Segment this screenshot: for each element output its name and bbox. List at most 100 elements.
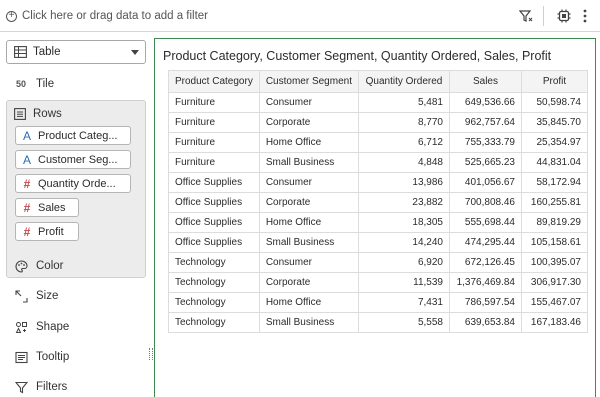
- table-row[interactable]: Furniture Consumer 5,481 649,536.66 50,598.7…: [168, 92, 588, 113]
- table-cell: 700,808.46: [448, 192, 522, 213]
- table-cell: 167,183.46: [520, 312, 588, 333]
- pill-label: Product Categ...: [38, 129, 118, 142]
- table-cell: Consumer: [258, 172, 359, 193]
- table-cell: Corporate: [258, 272, 359, 293]
- grammar-tooltip[interactable]: Tooltip: [14, 348, 69, 366]
- column-header[interactable]: Quantity Ordered: [357, 70, 450, 93]
- table-cell: 474,295.44: [448, 232, 522, 253]
- add-filter-area[interactable]: + Click here or drag data to add a filte…: [6, 8, 208, 24]
- rows-drop-target[interactable]: Rows A Product Categ... A Customer Seg..…: [6, 100, 146, 278]
- table-cell: Home Office: [258, 212, 359, 233]
- table-cell: 401,056.67: [448, 172, 522, 193]
- panel-resize-handle[interactable]: [149, 348, 153, 360]
- rows-icon: [13, 107, 27, 121]
- table-cell: Consumer: [258, 92, 359, 113]
- table-row[interactable]: Furniture Small Business 4,848 525,665.23 44…: [168, 152, 588, 173]
- table-cell: 5,481: [357, 92, 450, 113]
- table-cell: 25,354.97: [520, 132, 588, 153]
- table-cell: 160,255.81: [520, 192, 588, 213]
- table-row[interactable]: Technology Corporate 11,539 1,376,469.84 306…: [168, 272, 588, 293]
- table-cell: 8,770: [357, 112, 450, 133]
- visualization-type-label: Table: [33, 46, 61, 58]
- table-cell: 525,665.23: [448, 152, 522, 173]
- measure-icon: #: [23, 224, 31, 239]
- table-cell: 6,712: [357, 132, 450, 153]
- row-pill-customer-segment[interactable]: A Customer Seg...: [15, 150, 131, 169]
- table-cell: Technology: [168, 312, 260, 333]
- chevron-down-icon: [131, 49, 139, 55]
- table-cell: Corporate: [258, 192, 359, 213]
- row-pill-profit[interactable]: # Profit: [15, 222, 79, 241]
- table-cell: 44,831.04: [520, 152, 588, 173]
- more-options-icon[interactable]: [576, 7, 594, 25]
- grammar-panel: Table 50 Tile Rows A Product Categ... A …: [0, 32, 153, 397]
- pill-label: Customer Seg...: [38, 153, 118, 166]
- table-cell: Technology: [168, 292, 260, 313]
- grammar-size[interactable]: Size: [14, 287, 58, 305]
- table-cell: 50,598.74: [520, 92, 588, 113]
- column-header[interactable]: Customer Segment: [258, 70, 359, 93]
- table-row[interactable]: Office Supplies Small Business 14,240 474,2…: [168, 232, 588, 253]
- table-cell: 89,819.29: [520, 212, 588, 233]
- table-cell: Office Supplies: [168, 232, 260, 253]
- add-filter-icon: +: [6, 10, 17, 22]
- grammar-tile[interactable]: 50 Tile: [14, 75, 54, 93]
- tooltip-icon: [14, 350, 28, 364]
- table-cell: 649,536.66: [448, 92, 522, 113]
- column-header[interactable]: Profit: [520, 70, 588, 93]
- table-cell: 672,126.45: [448, 252, 522, 273]
- table-cell: Furniture: [168, 152, 260, 173]
- table-cell: 306,917.30: [520, 272, 588, 293]
- size-label: Size: [36, 290, 59, 302]
- table-cell: 155,467.07: [520, 292, 588, 313]
- pill-label: Quantity Orde...: [38, 177, 116, 190]
- grammar-color[interactable]: Color: [14, 257, 63, 275]
- table-row[interactable]: Office Supplies Consumer 13,986 401,056.67 5…: [168, 172, 588, 193]
- visualization-canvas[interactable]: Product Category, Customer Segment, Quan…: [154, 38, 596, 397]
- table-row[interactable]: Technology Home Office 7,431 786,597.54 155,…: [168, 292, 588, 313]
- table-cell: 1,376,469.84: [448, 272, 522, 293]
- table-cell: Office Supplies: [168, 192, 260, 213]
- table-cell: 639,653.84: [448, 312, 522, 333]
- resize-icon: [14, 289, 28, 303]
- attribute-icon: A: [22, 152, 31, 167]
- filter-settings-icon[interactable]: [517, 7, 535, 25]
- table-header-row: Product Category Customer Segment Quanti…: [168, 70, 588, 93]
- table-cell: Furniture: [168, 112, 260, 133]
- table-cell: 7,431: [357, 292, 450, 313]
- pill-label: Profit: [38, 225, 64, 238]
- visualization-type-selector[interactable]: Table: [6, 40, 146, 64]
- shape-label: Shape: [36, 321, 70, 333]
- table-cell: 4,848: [357, 152, 450, 173]
- filter-icon: [14, 380, 28, 394]
- table-cell: Home Office: [258, 132, 359, 153]
- row-pill-sales[interactable]: # Sales: [15, 198, 79, 217]
- visualization-settings-icon[interactable]: [555, 7, 573, 25]
- table-row[interactable]: Office Supplies Corporate 23,882 700,808.46…: [168, 192, 588, 213]
- rows-label: Rows: [33, 108, 62, 120]
- table-cell: Furniture: [168, 132, 260, 153]
- table-cell: Office Supplies: [168, 212, 260, 233]
- grammar-shape[interactable]: Shape: [14, 318, 69, 336]
- table-cell: 786,597.54: [448, 292, 522, 313]
- table-row[interactable]: Technology Consumer 6,920 672,126.45 100,395…: [168, 252, 588, 273]
- table-cell: 100,395.07: [520, 252, 588, 273]
- table-row[interactable]: Furniture Corporate 8,770 962,757.64 35,845.…: [168, 112, 588, 133]
- row-pill-product-category[interactable]: A Product Categ...: [15, 126, 131, 145]
- table-row[interactable]: Furniture Home Office 6,712 755,333.79 25,35…: [168, 132, 588, 153]
- table-cell: Technology: [168, 252, 260, 273]
- table-cell: 23,882: [357, 192, 450, 213]
- table-row[interactable]: Technology Small Business 5,558 639,653.84 1…: [168, 312, 588, 333]
- table-cell: Consumer: [258, 252, 359, 273]
- table-row[interactable]: Office Supplies Home Office 18,305 555,698.…: [168, 212, 588, 233]
- data-table: Product Category Customer Segment Quanti…: [168, 70, 588, 333]
- measure-icon: #: [23, 200, 31, 215]
- column-header[interactable]: Product Category: [168, 70, 260, 93]
- column-header[interactable]: Sales: [448, 70, 522, 93]
- color-label: Color: [36, 260, 64, 272]
- table-cell: Technology: [168, 272, 260, 293]
- table-cell: Small Business: [258, 232, 359, 253]
- row-pill-quantity-ordered[interactable]: # Quantity Orde...: [15, 174, 131, 193]
- toolbar-separator: [543, 6, 544, 26]
- grammar-filters[interactable]: Filters: [14, 378, 67, 396]
